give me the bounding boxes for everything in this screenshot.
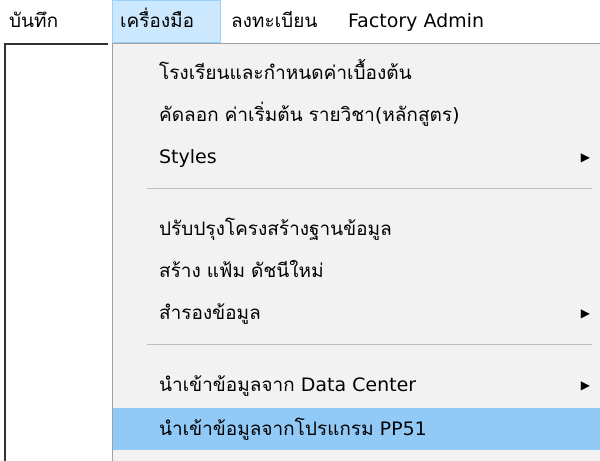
menu-item-label: สำรองข้อมูล (159, 302, 261, 324)
menu-item-label: นำเข้าข้อมูลจาก Data Center (159, 374, 417, 396)
menu-item-rebuild-index[interactable]: สร้าง แฟ้ม ดัชนีใหม่ (113, 250, 600, 292)
menu-record[interactable]: บันทึก (2, 0, 65, 43)
menu-item-label: นำเข้าข้อมูลจากโปรแกรม PP51 (159, 418, 427, 440)
submenu-arrow-icon: ▶ (580, 150, 590, 164)
menu-item-styles[interactable]: Styles ▶ (113, 136, 600, 178)
menu-item-label: คัดลอก ค่าเริ่มต้น รายวิชา(หลักสูตร) (159, 104, 460, 126)
tools-dropdown-menu: โรงเรียนและกำหนดค่าเบื้องต้น คัดลอก ค่าเ… (112, 43, 600, 461)
menu-item-label: ปรับปรุงโครงสร้างฐานข้อมูล (159, 218, 392, 240)
menu-tools[interactable]: เครื่องมือ (112, 0, 221, 43)
background-panel (4, 43, 108, 461)
menu-bar: บันทึก เครื่องมือ ลงทะเบียน Factory Admi… (0, 0, 600, 43)
menu-factory-admin[interactable]: Factory Admin (341, 0, 491, 43)
menu-item-import-data-center[interactable]: นำเข้าข้อมูลจาก Data Center ▶ (113, 364, 600, 406)
menu-item-school-settings[interactable]: โรงเรียนและกำหนดค่าเบื้องต้น (113, 52, 600, 94)
submenu-arrow-icon: ▶ (580, 378, 590, 392)
menu-item-import-pp51[interactable]: นำเข้าข้อมูลจากโปรแกรม PP51 (113, 408, 600, 450)
menu-item-label: โรงเรียนและกำหนดค่าเบื้องต้น (159, 62, 412, 84)
menu-item-copy-defaults[interactable]: คัดลอก ค่าเริ่มต้น รายวิชา(หลักสูตร) (113, 94, 600, 136)
menu-item-label: Styles (159, 146, 217, 168)
submenu-arrow-icon: ▶ (580, 306, 590, 320)
menu-item-label: สร้าง แฟ้ม ดัชนีใหม่ (159, 260, 324, 282)
menu-item-update-db-structure[interactable]: ปรับปรุงโครงสร้างฐานข้อมูล (113, 208, 600, 250)
menu-separator (147, 344, 592, 345)
app-window: บันทึก เครื่องมือ ลงทะเบียน Factory Admi… (0, 0, 600, 461)
menu-separator (147, 188, 592, 189)
menu-item-backup[interactable]: สำรองข้อมูล ▶ (113, 292, 600, 334)
menu-register[interactable]: ลงทะเบียน (224, 0, 324, 43)
